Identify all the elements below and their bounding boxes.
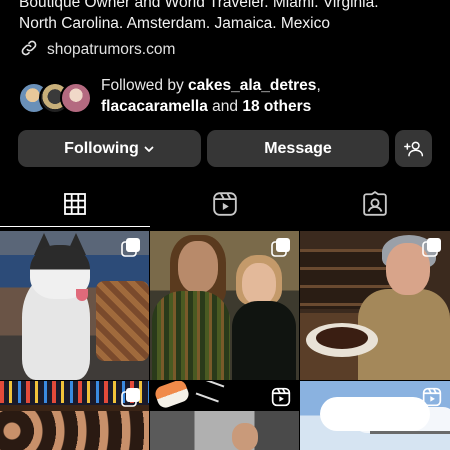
followed-by-comma: , [316,77,321,94]
message-button[interactable]: Message [207,130,389,167]
followed-by[interactable]: Followed by cakes_ala_detres, flacacaram… [18,74,321,118]
following-label: Following [64,139,139,157]
reels-icon [422,387,442,407]
message-label: Message [264,139,332,157]
grid-post[interactable] [150,381,299,450]
chevron-down-icon [143,143,155,155]
follower-username-1[interactable]: cakes_ala_detres [188,77,316,94]
grid-post[interactable] [0,231,149,380]
posts-grid [0,231,450,450]
tab-posts[interactable] [60,191,90,221]
following-button[interactable]: Following [18,130,201,167]
add-person-icon [403,139,424,159]
bio-line-2: North Carolina. Amsterdam. Jamaica. Mexi… [19,15,330,32]
followed-by-text[interactable]: Followed by cakes_ala_detres, flacacaram… [101,75,321,117]
follower-avatars[interactable] [18,79,94,114]
add-person-button[interactable] [395,130,432,167]
tab-reels[interactable] [210,191,240,221]
reels-icon [271,387,291,407]
followed-by-others[interactable]: 18 others [242,98,311,115]
carousel-icon [422,237,442,257]
reels-icon [212,191,238,222]
grid-post[interactable] [150,231,299,380]
followed-by-and: and [207,98,243,115]
tagged-icon [362,190,388,222]
carousel-icon [121,237,141,257]
active-tab-indicator [0,226,150,227]
grid-post[interactable] [0,381,149,450]
tab-tagged[interactable] [360,190,390,222]
link-icon [19,38,39,63]
link-text[interactable]: shopatrumors.com [47,41,175,59]
bio-text: Boutique Owner and World Traveler. Miami… [19,0,439,34]
followed-by-prefix: Followed by [101,77,189,94]
carousel-icon [121,387,141,407]
carousel-icon [271,237,291,257]
avatar [60,82,92,114]
profile-tabs [0,186,450,227]
profile-link[interactable]: shopatrumors.com [19,39,175,61]
grid-post[interactable] [300,231,450,380]
bio-line-1: Boutique Owner and World Traveler. Miami… [19,0,379,11]
follower-username-2[interactable]: flacacaramella [101,98,208,115]
grid-icon [63,192,87,221]
grid-post[interactable] [300,381,450,450]
